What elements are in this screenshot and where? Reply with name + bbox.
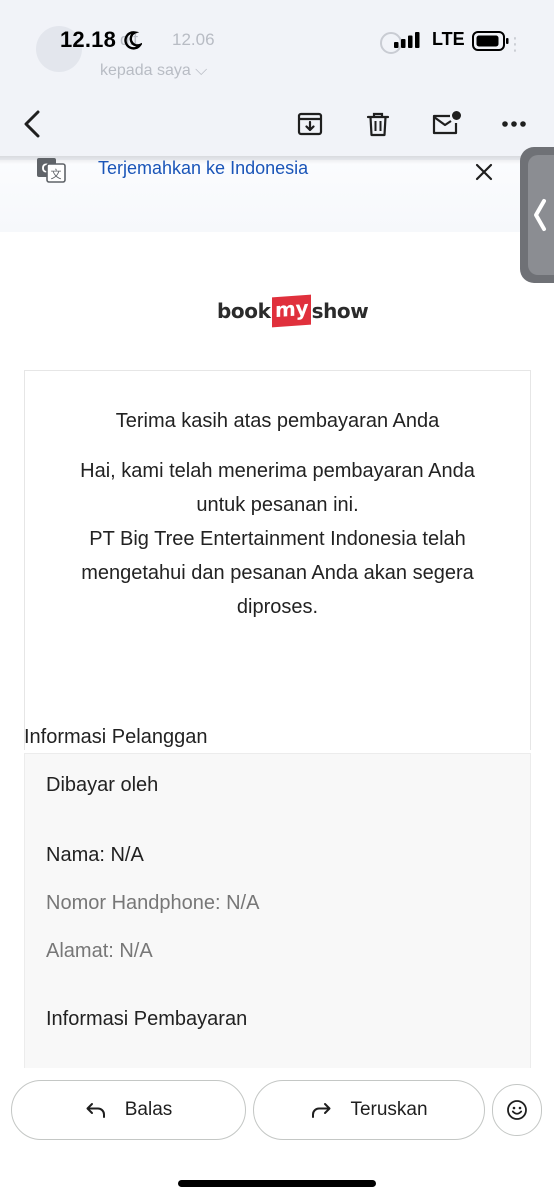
thanks-heading: Terima kasih atas pembayaran Anda	[115, 410, 440, 432]
reply-label: Balas	[124, 1099, 173, 1120]
message-line: PT Big Tree Entertainment Indonesia tela…	[89, 528, 466, 550]
translate-link[interactable]: Terjemahkan ke Indonesia	[98, 158, 308, 179]
reply-arrow-icon	[86, 1103, 105, 1118]
more-horizontal-icon	[502, 121, 526, 127]
status-time: 12.18	[60, 27, 117, 52]
reply-button[interactable]: Balas	[11, 1080, 246, 1140]
bookmyshow-logo: book my show	[217, 294, 369, 330]
battery-icon	[472, 31, 509, 51]
mark-unread-button[interactable]	[426, 104, 466, 144]
forward-label: Teruskan	[350, 1099, 428, 1120]
customer-info-title: Informasi Pelanggan	[24, 726, 208, 748]
emoji-reaction-button[interactable]	[492, 1084, 542, 1136]
paid-by-label: Dibayar oleh	[46, 774, 159, 796]
mail-unread-icon	[432, 111, 461, 135]
translate-close-button[interactable]	[470, 158, 498, 186]
svg-text:文: 文	[51, 167, 62, 181]
customer-name: Nama: N/A	[46, 844, 144, 866]
archive-button[interactable]	[290, 104, 330, 144]
message-line: Hai, kami telah menerima pembayaran Anda	[80, 460, 475, 482]
payment-message: Hai, kami telah menerima pembayaran Anda…	[40, 454, 515, 624]
logo-part-my: my	[271, 294, 311, 328]
translate-icon: G 文	[37, 158, 66, 183]
recipient-label[interactable]: kepada saya ⌵	[100, 62, 207, 80]
trash-icon	[366, 112, 390, 137]
logo-part-book: book	[217, 299, 271, 323]
payment-info-title: Informasi Pembayaran	[46, 1008, 248, 1030]
signal-icon	[394, 32, 420, 48]
network-type: LTE	[432, 29, 465, 49]
customer-address: Alamat: N/A	[46, 940, 153, 962]
forward-button[interactable]: Teruskan	[253, 1080, 485, 1140]
logo-part-show: show	[311, 299, 369, 323]
back-button[interactable]	[12, 104, 52, 144]
chevron-left-icon	[534, 199, 546, 231]
delete-button[interactable]	[358, 104, 398, 144]
email-time: 12.06	[172, 30, 215, 49]
email-header	[0, 0, 554, 160]
message-line: diproses.	[236, 596, 319, 618]
more-button[interactable]	[494, 104, 534, 144]
back-arrow-icon	[24, 110, 40, 138]
moon-icon	[124, 31, 142, 50]
emoji-reaction-icon	[507, 1100, 527, 1120]
archive-icon	[297, 112, 323, 136]
close-icon	[475, 163, 493, 181]
customer-phone: Nomor Handphone: N/A	[46, 892, 260, 914]
forward-arrow-icon	[312, 1103, 331, 1118]
message-line: mengetahui dan pesanan Anda akan segera	[81, 562, 474, 584]
message-line: untuk pesanan ini.	[196, 494, 359, 516]
home-indicator[interactable]	[178, 1180, 376, 1187]
